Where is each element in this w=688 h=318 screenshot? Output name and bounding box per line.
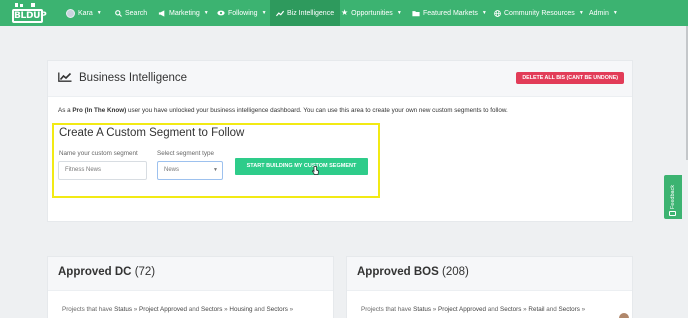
caret-down-icon: ▼ [261, 10, 267, 16]
chat-icon [669, 211, 676, 216]
megaphone-icon [158, 9, 165, 17]
criteria-text: and [546, 306, 557, 313]
nav-search[interactable]: Search [115, 0, 147, 26]
segment-criteria: Projects that have Status » Project Appr… [361, 306, 586, 313]
bldup-logo[interactable]: BLDUP [12, 3, 47, 23]
caret-down-icon: ▼ [396, 10, 402, 16]
card-header: Business Intelligence DELETE ALL BIS (CA… [48, 61, 632, 97]
top-nav: BLDUP Kara ▼ Search Marketing ▼ Followin… [0, 0, 688, 26]
card-title: Approved BOS (208) [357, 266, 469, 278]
feedback-tab[interactable]: Feedback [664, 175, 682, 219]
user-avatar [66, 8, 75, 18]
hand-cursor-icon [312, 166, 319, 175]
nav-label: Community Resources [504, 9, 575, 17]
segment-type-select[interactable]: News ▼ [157, 161, 223, 180]
logo-text: BLDUP [12, 9, 47, 23]
segment-card-approved-dc[interactable]: Approved DC (72) Projects that have Stat… [47, 256, 334, 318]
segment-count: (72) [134, 266, 156, 278]
segment-type-label: Select segment type [157, 150, 215, 157]
segment-name: Approved BOS [357, 266, 439, 278]
criteria-term: Project Approved [139, 306, 187, 313]
star-icon: ★ [341, 8, 349, 17]
nav-community-resources[interactable]: Community Resources ▼ [494, 0, 584, 26]
criteria-term: Housing [229, 306, 253, 313]
criteria-term: Status [114, 306, 133, 313]
nav-biz-intelligence[interactable]: Biz Intelligence [270, 0, 341, 26]
criteria-text: Projects that have [62, 306, 113, 313]
nav-label: Following [228, 9, 258, 17]
nav-label: Opportunities [351, 9, 393, 17]
custom-segment-form: Create A Custom Segment to Follow Name y… [52, 123, 380, 198]
segment-name-input[interactable]: Fitness News [58, 161, 147, 180]
chevron-down-icon: ▼ [213, 167, 218, 173]
criteria-term: Project Approved [438, 306, 486, 313]
intro-prefix: As a [58, 107, 71, 114]
card-header: Approved DC (72) [48, 257, 333, 291]
card-header: Approved BOS (208) [347, 257, 632, 291]
trend-chart-icon [58, 72, 72, 82]
nav-label: Kara [78, 9, 93, 17]
nav-label: Marketing [169, 9, 200, 17]
nav-featured-markets[interactable]: Featured Markets ▼ [412, 0, 487, 26]
caret-down-icon: ▼ [612, 10, 618, 16]
intro-text: As a Pro (In The Know) user you have unl… [58, 107, 508, 114]
criteria-text: and [254, 306, 265, 313]
caret-down-icon: ▼ [96, 10, 102, 16]
eye-icon [217, 10, 225, 16]
caret-down-icon: ▼ [203, 10, 209, 16]
nav-label: Search [125, 9, 148, 17]
search-icon [115, 9, 122, 17]
plan-name: Pro (In The Know) [72, 107, 127, 114]
logo-bar [31, 3, 35, 7]
segment-form-title: Create A Custom Segment to Follow [59, 127, 245, 139]
criteria-text: and [188, 306, 200, 313]
logo-bar [15, 3, 18, 7]
folder-icon [412, 10, 420, 16]
segment-name-label: Name your custom segment [59, 150, 138, 157]
criteria-text: and [487, 306, 499, 313]
start-building-segment-button[interactable]: START BUILDING MY CUSTOM SEGMENT [235, 158, 368, 175]
caret-down-icon: ▼ [481, 10, 487, 16]
segment-name: Approved DC [58, 266, 132, 278]
criteria-term: Sectors [558, 306, 580, 313]
delete-all-bis-button[interactable]: DELETE ALL BIS (CANT BE UNDONE) [516, 72, 624, 84]
criteria-term: Retail [528, 306, 545, 313]
criteria-term: Sectors [266, 306, 288, 313]
feedback-label: Feedback [670, 184, 676, 210]
nav-label: Biz Intelligence [287, 9, 335, 17]
intro-suffix: user you have unlocked your business int… [127, 107, 508, 114]
nav-label: Featured Markets [423, 9, 478, 17]
nav-label: Admin [589, 9, 609, 17]
criteria-term: Sectors [500, 306, 522, 313]
criteria-text: Projects that have [361, 306, 412, 313]
nav-opportunities[interactable]: ★ Opportunities ▼ [341, 0, 402, 26]
globe-icon [494, 9, 501, 17]
nav-marketing[interactable]: Marketing ▼ [158, 0, 209, 26]
support-chat-avatar[interactable] [618, 312, 630, 318]
criteria-term: Status [413, 306, 432, 313]
card-title: Approved DC (72) [58, 266, 155, 278]
segment-card-approved-bos[interactable]: Approved BOS (208) Projects that have St… [346, 256, 633, 318]
trend-icon [276, 10, 284, 16]
caret-down-icon: ▼ [578, 10, 584, 16]
nav-user-menu[interactable]: Kara ▼ [66, 0, 102, 26]
segment-criteria: Projects that have Status » Project Appr… [62, 306, 294, 313]
page-title: Business Intelligence [79, 72, 188, 84]
nav-following[interactable]: Following ▼ [217, 0, 267, 26]
segment-count: (208) [442, 266, 469, 278]
nav-admin[interactable]: Admin ▼ [589, 0, 618, 26]
criteria-term: Sectors [201, 306, 223, 313]
logo-bar [20, 4, 23, 7]
segment-type-value: News [164, 167, 180, 173]
